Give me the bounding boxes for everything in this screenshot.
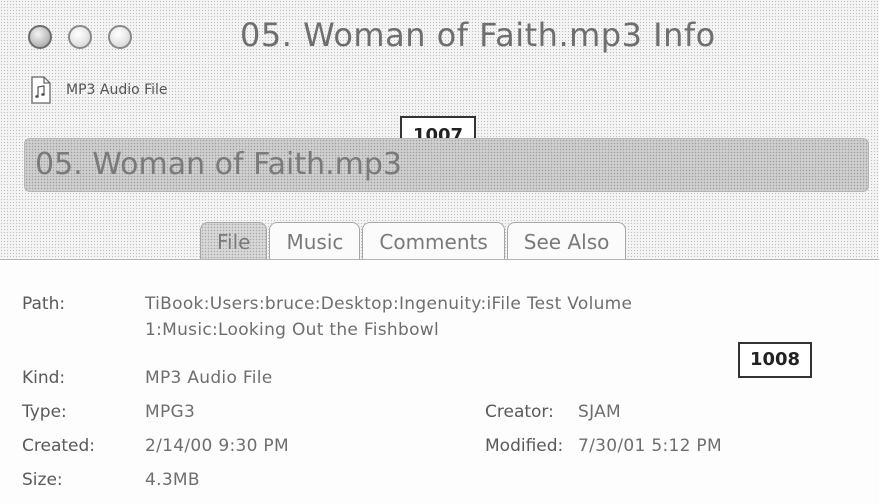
close-icon[interactable]: [28, 25, 52, 49]
path-value-line2: 1:Music:Looking Out the Fishbowl: [145, 320, 439, 340]
zoom-icon[interactable]: [108, 25, 132, 49]
kind-label: Kind:: [22, 368, 66, 388]
minimize-icon[interactable]: [68, 25, 92, 49]
creator-label: Creator:: [485, 402, 554, 422]
type-value: MPG3: [145, 402, 196, 422]
filename-value: 05. Woman of Faith.mp3: [35, 147, 403, 182]
modified-value: 7/30/01 5:12 PM: [578, 436, 722, 456]
file-kind-label: MP3 Audio File: [66, 82, 168, 98]
size-value: 4.3MB: [145, 470, 200, 490]
created-value: 2/14/00 9:30 PM: [145, 436, 289, 456]
creator-value: SJAM: [578, 402, 622, 422]
info-window: 05. Woman of Faith.mp3 Info MP3 Audio Fi…: [0, 0, 879, 504]
file-info-panel: Path: TiBook:Users:bruce:Desktop:Ingenui…: [0, 259, 879, 504]
path-value-line1: TiBook:Users:bruce:Desktop:Ingenuity:iFi…: [145, 294, 633, 314]
size-label: Size:: [22, 470, 63, 490]
tab-file[interactable]: File: [200, 222, 268, 260]
tab-comments[interactable]: Comments: [362, 222, 505, 260]
file-kind-header: MP3 Audio File: [30, 70, 168, 110]
window-title: 05. Woman of Faith.mp3 Info: [240, 16, 716, 54]
callout-label-2: 1008: [738, 342, 812, 378]
title-bar[interactable]: 05. Woman of Faith.mp3 Info: [0, 0, 879, 60]
tab-music[interactable]: Music: [269, 222, 361, 260]
tab-see-also[interactable]: See Also: [506, 222, 627, 260]
type-label: Type:: [22, 402, 67, 422]
path-label: Path:: [22, 294, 66, 314]
created-label: Created:: [22, 436, 96, 456]
kind-value: MP3 Audio File: [145, 368, 273, 388]
filename-field[interactable]: 05. Woman of Faith.mp3: [24, 138, 869, 192]
document-icon: [31, 76, 51, 104]
modified-label: Modified:: [485, 436, 564, 456]
info-tabs: File Music Comments See Also: [200, 222, 628, 260]
